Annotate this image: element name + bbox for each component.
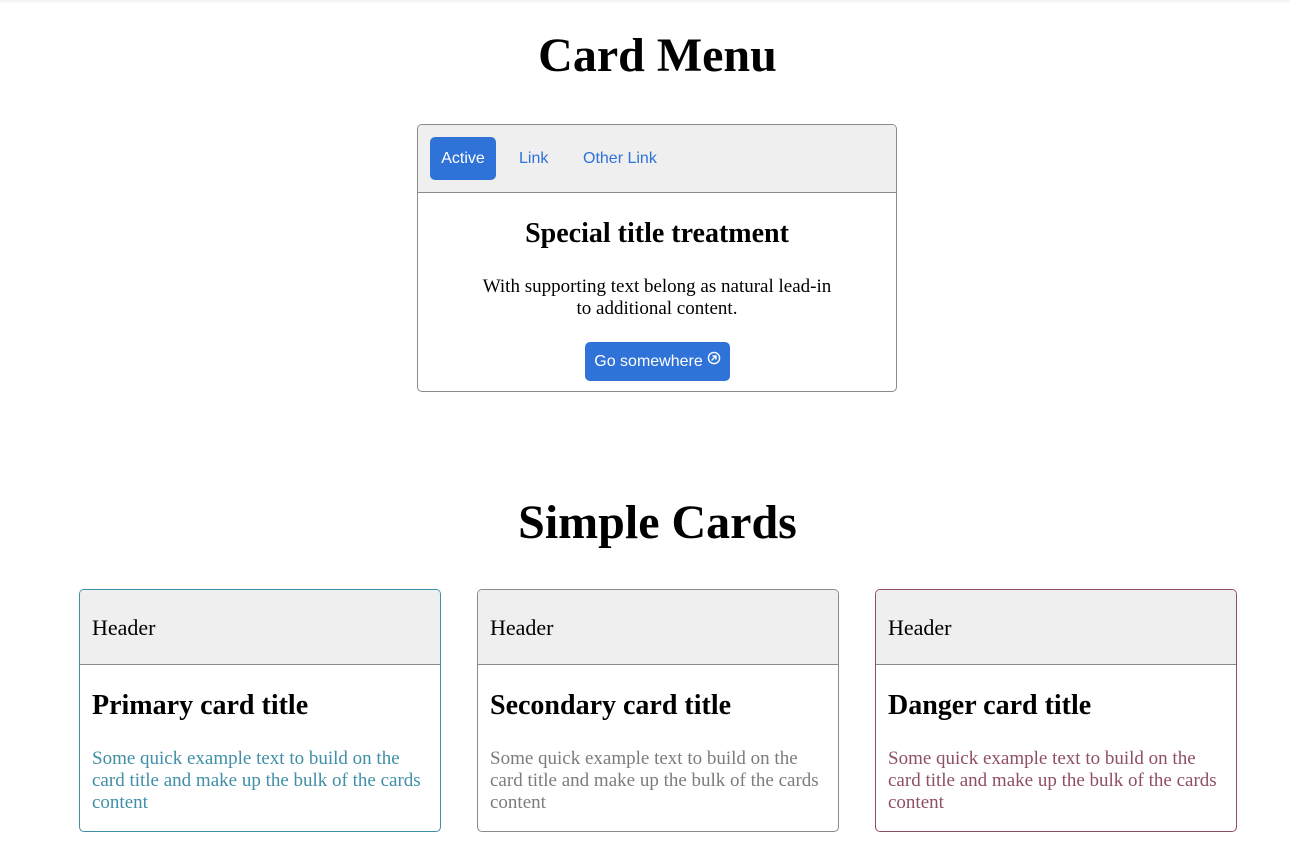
danger-card-header: Header [876,590,1236,665]
tab-other-link[interactable]: Other Link [583,137,657,180]
card-menu-header: Active Link Other Link [418,125,896,193]
simple-cards-section-title: Simple Cards [518,496,797,549]
primary-card-header-label: Header [92,615,156,640]
danger-card: Header Danger card title Some quick exam… [875,589,1237,832]
secondary-card-header: Header [478,590,838,665]
primary-card-header: Header [80,590,440,665]
primary-card-title: Primary card title [92,690,309,721]
secondary-card-text: Some quick example text to build on the … [490,748,819,813]
go-somewhere-label: Go somewhere [594,353,703,370]
card-menu-text: With supporting text belong as natural l… [482,276,832,319]
secondary-card: Header Secondary card title Some quick e… [477,589,839,832]
card-menu: Active Link Other Link Special title tre… [417,124,897,392]
go-somewhere-button[interactable]: Go somewhere [585,342,730,381]
tab-link[interactable]: Link [519,137,548,180]
card-menu-body: Special title treatment With supporting … [418,193,896,391]
danger-card-text: Some quick example text to build on the … [888,748,1217,813]
danger-card-title: Danger card title [888,690,1092,721]
secondary-card-title: Secondary card title [490,690,732,721]
top-shadow [0,0,1290,4]
external-link-circle-icon [707,341,721,380]
card-menu-title: Special title treatment [525,218,789,249]
tab-active[interactable]: Active [430,137,496,180]
card-menu-section-title: Card Menu [538,29,777,82]
primary-card: Header Primary card title Some quick exa… [79,589,441,832]
primary-card-text: Some quick example text to build on the … [92,748,421,813]
secondary-card-header-label: Header [490,615,554,640]
danger-card-header-label: Header [888,615,952,640]
